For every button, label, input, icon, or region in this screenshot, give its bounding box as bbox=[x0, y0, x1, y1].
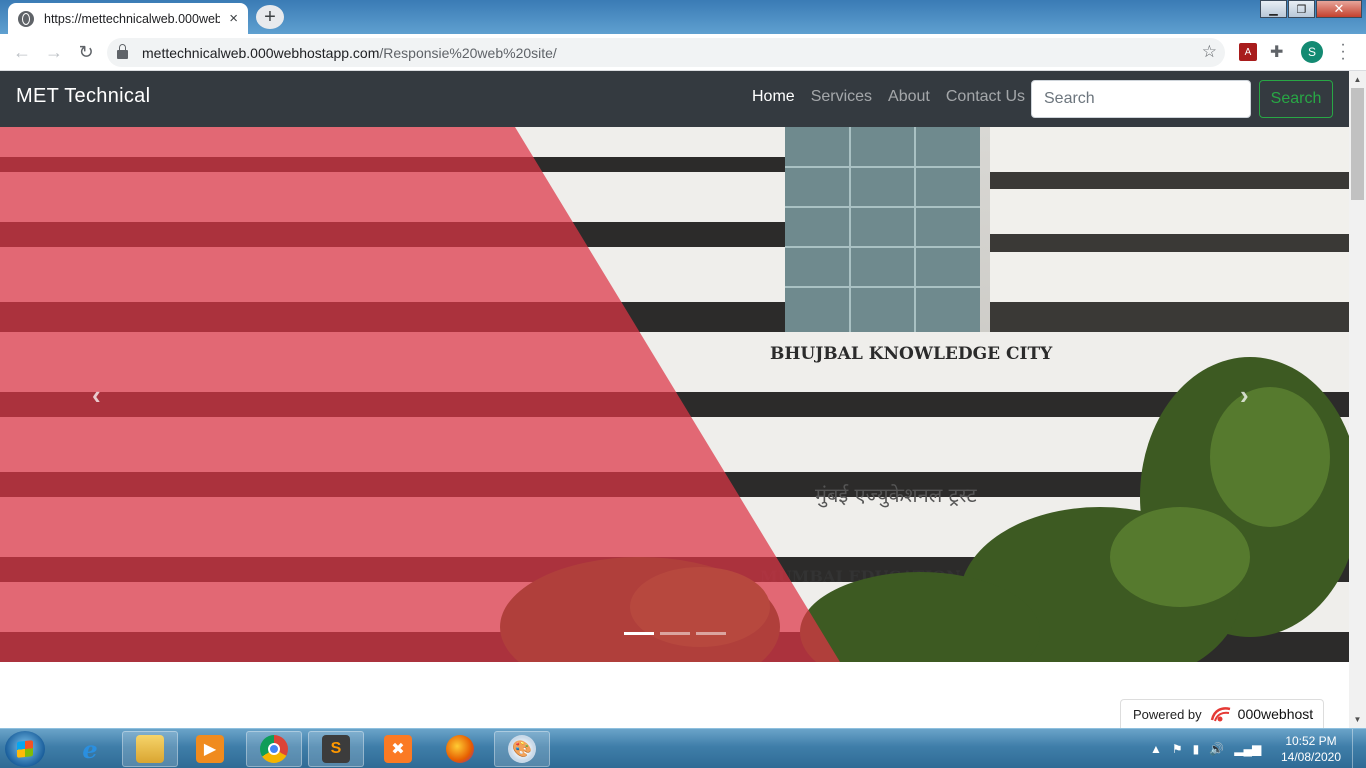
close-window-button[interactable]: ✕ bbox=[1316, 0, 1362, 18]
scrollbar-thumb[interactable] bbox=[1351, 88, 1364, 200]
carousel-indicator[interactable] bbox=[696, 632, 726, 635]
bookmark-star-icon[interactable]: ☆ bbox=[1202, 42, 1217, 62]
address-bar[interactable]: mettechnicalweb.000webhostapp.com/Respon… bbox=[107, 38, 1225, 67]
browser-tab-strip: https://mettechnicalweb.000webhostapp.co… bbox=[0, 0, 1366, 34]
new-tab-button[interactable]: + bbox=[256, 5, 284, 29]
000webhost-logo-icon bbox=[1210, 707, 1230, 722]
minimize-button[interactable]: ▁ bbox=[1260, 0, 1287, 18]
firefox-icon[interactable] bbox=[432, 731, 488, 767]
profile-avatar[interactable]: S bbox=[1301, 41, 1323, 63]
windows-taskbar: e ▶ S ✖ 🎨 ▲ ⚑ ▮ 🔊 ▂▄▆ 10:52 PM 14/08/202… bbox=[0, 728, 1366, 768]
carousel-indicator[interactable] bbox=[624, 632, 654, 635]
building-photo: BHUJBAL KNOWLEDGE CITY मुंबई एज्युकेशनल … bbox=[0, 127, 1349, 662]
internet-explorer-icon[interactable]: e bbox=[62, 731, 118, 767]
clock-time: 10:52 PM bbox=[1285, 734, 1337, 748]
url-path: /Responsie%20web%20site/ bbox=[379, 44, 557, 61]
pdf-extension-icon[interactable]: A bbox=[1239, 43, 1257, 61]
back-button[interactable]: ← bbox=[6, 36, 38, 68]
nav-services[interactable]: Services bbox=[811, 88, 872, 106]
tab-title: https://mettechnicalweb.000webhostapp.co… bbox=[44, 11, 220, 26]
forward-button[interactable]: → bbox=[38, 36, 70, 68]
carousel-indicator[interactable] bbox=[660, 632, 690, 635]
search-input[interactable]: Search bbox=[1031, 80, 1251, 118]
nav-contact[interactable]: Contact Us bbox=[946, 88, 1025, 106]
show-desktop-button[interactable] bbox=[1352, 729, 1366, 768]
page-scrollbar[interactable]: ▲ ▼ bbox=[1349, 71, 1366, 728]
carousel-prev-icon[interactable]: ‹ bbox=[92, 380, 101, 411]
scroll-up-icon[interactable]: ▲ bbox=[1349, 71, 1366, 88]
xampp-icon[interactable]: ✖ bbox=[370, 731, 426, 767]
building-sign-marathi: मुंबई एज्युकेशनल ट्रस्ट bbox=[815, 483, 977, 508]
scroll-down-icon[interactable]: ▼ bbox=[1349, 711, 1366, 728]
file-explorer-icon[interactable] bbox=[122, 731, 178, 767]
host-name: 000webhost bbox=[1237, 706, 1314, 722]
reload-button[interactable]: ↻ bbox=[70, 36, 102, 68]
nav-links: Home Services About Contact Us bbox=[744, 88, 1033, 106]
extensions-puzzle-icon[interactable]: ✚ bbox=[1270, 42, 1283, 62]
globe-icon bbox=[18, 10, 34, 27]
clock-date: 14/08/2020 bbox=[1280, 750, 1342, 764]
powered-by-badge[interactable]: Powered by 000webhost bbox=[1120, 699, 1324, 728]
maximize-button[interactable]: ❐ bbox=[1288, 0, 1315, 18]
system-tray: ▲ ⚑ ▮ 🔊 ▂▄▆ bbox=[1150, 729, 1271, 768]
building-sign: BHUJBAL KNOWLEDGE CITY bbox=[770, 344, 1053, 364]
start-button[interactable] bbox=[5, 731, 45, 767]
carousel-indicators bbox=[624, 632, 732, 635]
lock-icon bbox=[117, 44, 128, 59]
browser-toolbar: ← → ↻ mettechnicalweb.000webhostapp.com /… bbox=[0, 34, 1366, 71]
browser-menu-icon[interactable]: · · · bbox=[1335, 37, 1351, 67]
powered-by-label: Powered by bbox=[1133, 706, 1202, 722]
chrome-icon[interactable] bbox=[246, 731, 302, 767]
paint-icon[interactable]: 🎨 bbox=[494, 731, 550, 767]
media-player-icon[interactable]: ▶ bbox=[182, 731, 238, 767]
action-center-icon[interactable]: ⚑ bbox=[1172, 742, 1183, 756]
carousel-next-icon[interactable]: › bbox=[1240, 380, 1249, 411]
close-tab-icon[interactable]: × bbox=[229, 10, 238, 27]
site-brand[interactable]: MET Technical bbox=[16, 85, 150, 108]
sublime-text-icon[interactable]: S bbox=[308, 731, 364, 767]
window-controls: ▁ ❐ ✕ bbox=[1259, 0, 1362, 18]
tray-expand-icon[interactable]: ▲ bbox=[1150, 742, 1162, 756]
nav-home[interactable]: Home bbox=[752, 88, 795, 106]
taskbar-clock[interactable]: 10:52 PM 14/08/2020 bbox=[1276, 733, 1346, 765]
network-icon[interactable]: ▂▄▆ bbox=[1234, 742, 1261, 756]
hero-carousel: BHUJBAL KNOWLEDGE CITY मुंबई एज्युकेशनल … bbox=[0, 127, 1349, 662]
search-button[interactable]: Search bbox=[1259, 80, 1333, 118]
url-host: mettechnicalweb.000webhostapp.com bbox=[142, 44, 380, 61]
browser-tab[interactable]: https://mettechnicalweb.000webhostapp.co… bbox=[8, 3, 248, 34]
nav-about[interactable]: About bbox=[888, 88, 930, 106]
power-icon[interactable]: ▮ bbox=[1193, 742, 1200, 756]
volume-icon[interactable]: 🔊 bbox=[1209, 742, 1224, 756]
site-navbar: MET Technical Home Services About Contac… bbox=[0, 71, 1349, 127]
